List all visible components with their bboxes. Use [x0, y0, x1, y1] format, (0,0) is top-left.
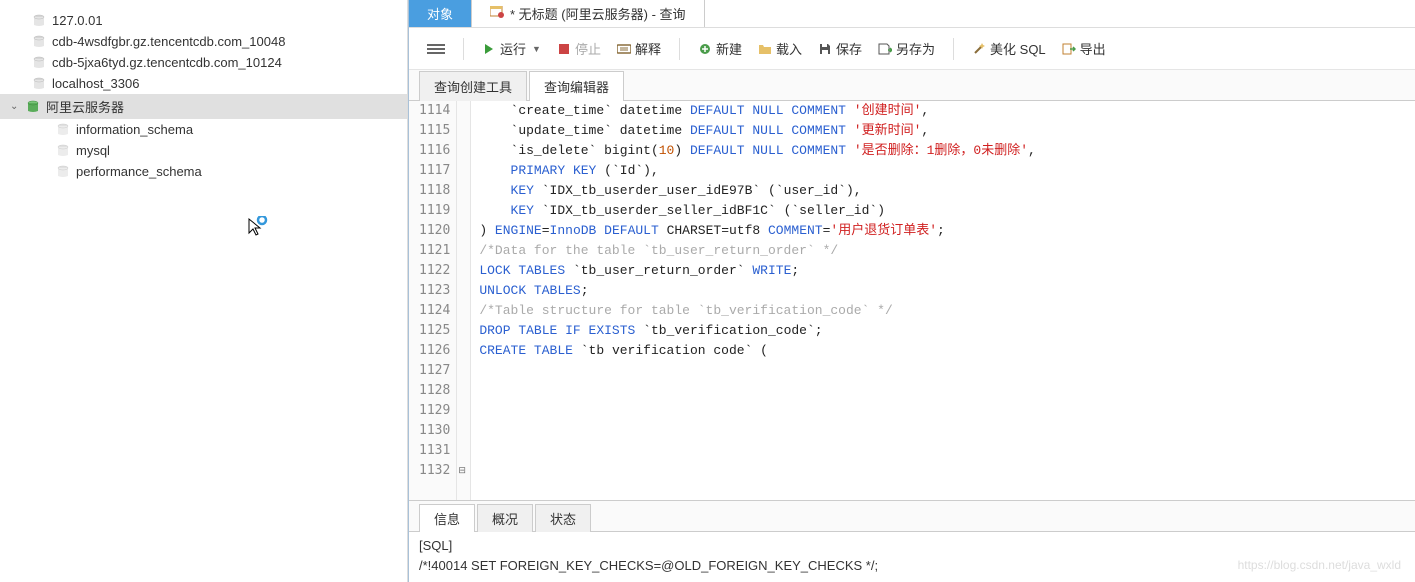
separator — [679, 38, 680, 60]
stop-button[interactable]: 停止 — [551, 36, 607, 61]
explain-icon — [617, 42, 631, 56]
database-off-icon — [32, 14, 46, 28]
saveas-label: 另存为 — [896, 39, 935, 58]
explain-button[interactable]: 解释 — [611, 36, 667, 61]
tree-item[interactable]: performance_schema — [0, 161, 407, 182]
database-on-icon — [26, 100, 40, 114]
tree-item-label: information_schema — [76, 122, 193, 137]
query-subtab[interactable]: 查询编辑器 — [529, 71, 624, 101]
editor: 1114111511161117111811191120112111221123… — [409, 100, 1415, 500]
line-gutter: 1114111511161117111811191120112111221123… — [409, 101, 457, 500]
tree-item[interactable]: ⌄ 阿里云服务器 — [0, 94, 407, 119]
tree-item-label: cdb-5jxa6tyd.gz.tencentcdb.com_10124 — [52, 55, 282, 70]
tree-item-label: performance_schema — [76, 164, 202, 179]
database-off-icon — [32, 35, 46, 49]
document-tab[interactable]: 对象 — [409, 0, 472, 27]
chevron-down-icon: ⌄ — [10, 101, 20, 112]
query-subtab[interactable]: 查询创建工具 — [419, 71, 527, 101]
tree-item-label: mysql — [76, 143, 110, 158]
status-tab[interactable]: 状态 — [535, 504, 591, 532]
beautify-label: 美化 SQL — [990, 39, 1046, 58]
separator — [463, 38, 464, 60]
save-button[interactable]: 保存 — [812, 36, 868, 61]
dropdown-icon: ▼ — [532, 44, 541, 54]
connection-tree: 127.0.01 cdb-4wsdfgbr.gz.tencentcdb.com_1… — [0, 0, 408, 582]
status-tabs: 信息概况状态 — [409, 500, 1415, 531]
status-tab[interactable]: 概况 — [477, 504, 533, 532]
explain-label: 解释 — [635, 39, 661, 58]
tree-item-label: 阿里云服务器 — [46, 97, 124, 116]
schema-icon — [56, 144, 70, 158]
document-tabs: 对象 * 无标题 (阿里云服务器) - 查询 — [409, 0, 1415, 28]
new-button[interactable]: 新建 — [692, 36, 748, 61]
database-off-icon — [32, 56, 46, 70]
beautify-button[interactable]: 美化 SQL — [966, 36, 1052, 61]
export-label: 导出 — [1080, 39, 1106, 58]
document-tab[interactable]: * 无标题 (阿里云服务器) - 查询 — [472, 0, 705, 27]
wand-icon — [972, 42, 986, 56]
schema-icon — [56, 165, 70, 179]
menu-button[interactable] — [421, 39, 451, 59]
fold-icon[interactable]: ⊟ — [458, 465, 466, 476]
play-icon — [482, 42, 496, 56]
query-icon — [490, 6, 504, 21]
saveas-icon — [878, 42, 892, 56]
output-panel: [SQL] /*!40014 SET FOREIGN_KEY_CHECKS=@O… — [409, 531, 1415, 582]
tree-item[interactable]: cdb-4wsdfgbr.gz.tencentcdb.com_10048 — [0, 31, 407, 52]
tree-item[interactable]: cdb-5jxa6tyd.gz.tencentcdb.com_10124 — [0, 52, 407, 73]
run-button[interactable]: 运行 ▼ — [476, 36, 547, 61]
main-panel: 对象 * 无标题 (阿里云服务器) - 查询 运行 ▼ 停止 解释 新建 载入 — [408, 0, 1415, 582]
stop-icon — [557, 42, 571, 56]
tab-label: 对象 — [427, 4, 453, 23]
tree-item[interactable]: information_schema — [0, 119, 407, 140]
code-area[interactable]: `create_time` datetime DEFAULT NULL COMM… — [471, 101, 1415, 500]
tree-item-label: cdb-4wsdfgbr.gz.tencentcdb.com_10048 — [52, 34, 285, 49]
tree-item[interactable]: localhost_3306 — [0, 73, 407, 94]
stop-label: 停止 — [575, 39, 601, 58]
export-button[interactable]: 导出 — [1056, 36, 1112, 61]
hamburger-icon — [427, 42, 445, 56]
output-line-1: [SQL] — [419, 536, 1405, 556]
database-off-icon — [32, 77, 46, 91]
tree-item[interactable]: mysql — [0, 140, 407, 161]
tree-item-label: 127.0.01 — [52, 13, 103, 28]
save-label: 保存 — [836, 39, 862, 58]
output-line-2: /*!40014 SET FOREIGN_KEY_CHECKS=@OLD_FOR… — [419, 556, 1405, 576]
tree-item[interactable]: 127.0.01 — [0, 10, 407, 31]
toolbar: 运行 ▼ 停止 解释 新建 载入 保存 另存为 — [409, 28, 1415, 70]
new-icon — [698, 42, 712, 56]
fold-gutter: ⊟ — [457, 101, 471, 500]
load-button[interactable]: 载入 — [752, 36, 808, 61]
load-label: 载入 — [776, 39, 802, 58]
schema-icon — [56, 123, 70, 137]
save-icon — [818, 42, 832, 56]
new-label: 新建 — [716, 39, 742, 58]
folder-icon — [758, 42, 772, 56]
saveas-button[interactable]: 另存为 — [872, 36, 941, 61]
tab-label: * 无标题 (阿里云服务器) - 查询 — [510, 4, 686, 23]
run-label: 运行 — [500, 39, 526, 58]
status-tab[interactable]: 信息 — [419, 504, 475, 532]
separator — [953, 38, 954, 60]
export-icon — [1062, 42, 1076, 56]
query-tabs: 查询创建工具查询编辑器 — [409, 70, 1415, 100]
tree-item-label: localhost_3306 — [52, 76, 139, 91]
